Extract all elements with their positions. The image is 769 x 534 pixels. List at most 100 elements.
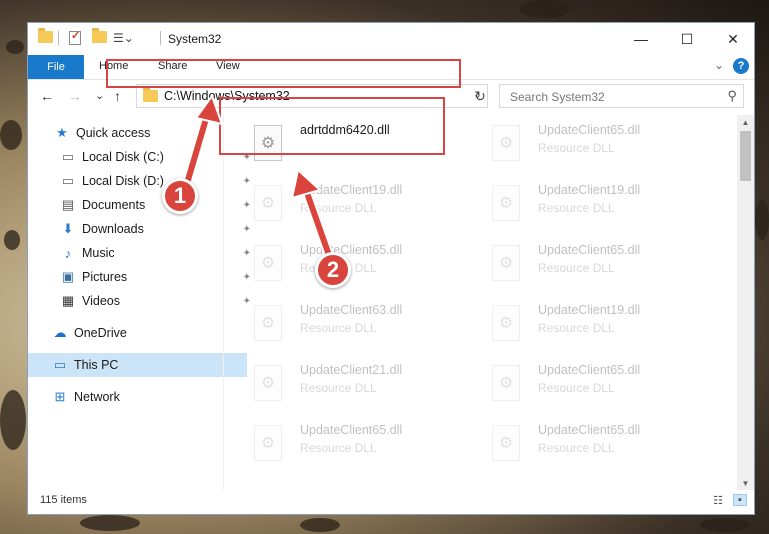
search-icon[interactable]: ⚲ [727,88,737,104]
sidebar-item-label: Videos [82,294,120,308]
sidebar-item-label: Downloads [82,222,144,236]
sidebar-item-network[interactable]: ⊞ Network [28,385,247,409]
videos-icon: ▦ [61,293,75,308]
sidebar-item-pictures[interactable]: ▣ Pictures ✦ [28,265,255,289]
new-folder-icon[interactable] [92,28,107,43]
file-explorer-window: ☰⌄ System32 — ☐ ✕ File Home Share View ⌄… [27,22,755,515]
dll-file-icon: ⚙ [492,245,520,281]
drive-icon: ▭ [61,149,75,164]
documents-icon: ▤ [61,197,75,212]
expand-ribbon-icon[interactable]: ⌄ [714,58,724,72]
file-item[interactable]: ⚙ UpdateClient65.dll Resource DLL [488,419,718,471]
file-item[interactable]: ⚙ UpdateClient65.dll Resource DLL [488,239,718,291]
file-item[interactable]: ⚙ UpdateClient19.dll Resource DLL [488,299,718,351]
star-icon: ★ [56,125,68,140]
dll-file-icon: ⚙ [254,305,282,341]
file-type: Resource DLL [300,321,377,335]
search-input[interactable] [508,86,712,108]
file-item[interactable]: ⚙ UpdateClient19.dll Resource DLL [488,179,718,231]
sidebar-item-onedrive[interactable]: ☁ OneDrive [28,321,247,345]
dll-file-icon: ⚙ [492,185,520,221]
computer-icon: ▭ [53,357,67,372]
status-bar: 115 items ☷ ▪ [28,488,754,514]
file-item[interactable]: ⚙ UpdateClient19.dll Resource DLL [250,179,480,231]
customize-quick-access-icon[interactable]: ☰⌄ [113,31,134,45]
file-item[interactable]: ⚙ UpdateClient65.dll Resource DLL [250,419,480,471]
downloads-icon: ⬇ [62,221,74,236]
window-title: System32 [168,32,222,46]
file-item[interactable]: ⚙ UpdateClient65.dll Resource DLL [250,239,480,291]
sidebar-item-label: OneDrive [74,326,127,340]
cloud-icon: ☁ [53,325,67,340]
recent-locations-button[interactable]: ⌄ [95,89,104,102]
file-type: Resource DLL [538,441,615,455]
folder-icon [38,28,53,43]
file-name: UpdateClient65.dll [538,123,641,137]
file-name: UpdateClient65.dll [538,243,641,257]
file-type: Resource DLL [300,201,377,215]
file-type: Resource DLL [538,321,615,335]
up-button[interactable]: ↑ [114,88,121,104]
file-type: Resource DLL [538,261,615,275]
back-button[interactable]: ← [40,88,54,104]
file-name: UpdateClient65.dll [538,423,641,437]
step-2-badge: 2 [315,252,351,288]
scrollbar-thumb[interactable] [740,131,751,181]
dll-file-icon: ⚙ [254,245,282,281]
drive-icon: ▭ [61,173,75,188]
file-item[interactable]: ⚙ UpdateClient65.dll Resource DLL [488,359,718,411]
dll-file-icon: ⚙ [492,305,520,341]
dll-file-icon: ⚙ [254,425,282,461]
navigation-pane: ★ Quick access ▭ Local Disk (C:) ✦ ▭ Loc… [28,115,251,490]
minimize-button[interactable]: — [618,23,664,55]
forward-button[interactable]: → [68,88,82,104]
address-highlight-box [106,59,461,88]
sidebar-item-label: Quick access [76,126,151,140]
properties-icon[interactable] [69,29,81,45]
maximize-button[interactable]: ☐ [664,23,710,55]
file-type: Resource DLL [300,381,377,395]
search-box[interactable]: ⚲ [499,84,744,108]
pane-divider[interactable] [223,115,224,490]
file-name: UpdateClient19.dll [538,183,641,197]
close-button[interactable]: ✕ [710,23,756,55]
sidebar-item-label: Network [74,390,120,404]
tab-file[interactable]: File [28,55,84,79]
file-list: ⚙ adrtddm6420.dll ⚙ UpdateClient65.dll R… [240,115,735,490]
sidebar-item-this-pc[interactable]: ▭ This PC [28,353,247,377]
music-icon: ♪ [64,245,72,261]
file-item[interactable]: ⚙ UpdateClient63.dll Resource DLL [250,299,480,351]
file-highlight-box [219,97,445,155]
file-item[interactable]: ⚙ UpdateClient21.dll Resource DLL [250,359,480,411]
sidebar-item-label: Local Disk (D:) [82,174,164,188]
sidebar-item-label: Documents [82,198,146,212]
sidebar-item-label: Music [82,246,115,260]
file-name: UpdateClient65.dll [300,243,403,257]
file-name: UpdateClient65.dll [538,363,641,377]
help-icon[interactable]: ? [733,58,749,74]
sidebar-item-documents[interactable]: ▤ Documents ✦ [28,193,255,217]
dll-file-icon: ⚙ [492,365,520,401]
vertical-scrollbar[interactable]: ▲ ▼ [737,115,754,490]
file-type: Resource DLL [538,201,615,215]
refresh-button[interactable]: ↻ [468,84,492,108]
scroll-up-icon[interactable]: ▲ [737,115,754,129]
dll-file-icon: ⚙ [492,125,520,161]
sidebar-item-local-disk-d[interactable]: ▭ Local Disk (D:) ✦ [28,169,255,193]
file-name: UpdateClient21.dll [300,363,403,377]
sidebar-item-music[interactable]: ♪ Music ✦ [28,241,255,265]
file-name: UpdateClient65.dll [300,423,403,437]
sidebar-item-videos[interactable]: ▦ Videos ✦ [28,289,255,313]
file-type: Resource DLL [538,381,615,395]
details-view-icon[interactable]: ☷ [711,494,725,507]
sidebar-item-label: This PC [74,358,119,372]
large-icons-view-icon[interactable]: ▪ [733,494,747,506]
title-bar: ☰⌄ System32 — ☐ ✕ [28,23,754,55]
sidebar-item-quick-access[interactable]: ★ Quick access [28,121,249,145]
folder-icon [143,87,158,102]
file-type: Resource DLL [538,141,615,155]
sidebar-item-downloads[interactable]: ⬇ Downloads ✦ [28,217,255,241]
dll-file-icon: ⚙ [254,365,282,401]
file-item[interactable]: ⚙ UpdateClient65.dll Resource DLL [488,119,718,171]
file-name: UpdateClient63.dll [300,303,403,317]
